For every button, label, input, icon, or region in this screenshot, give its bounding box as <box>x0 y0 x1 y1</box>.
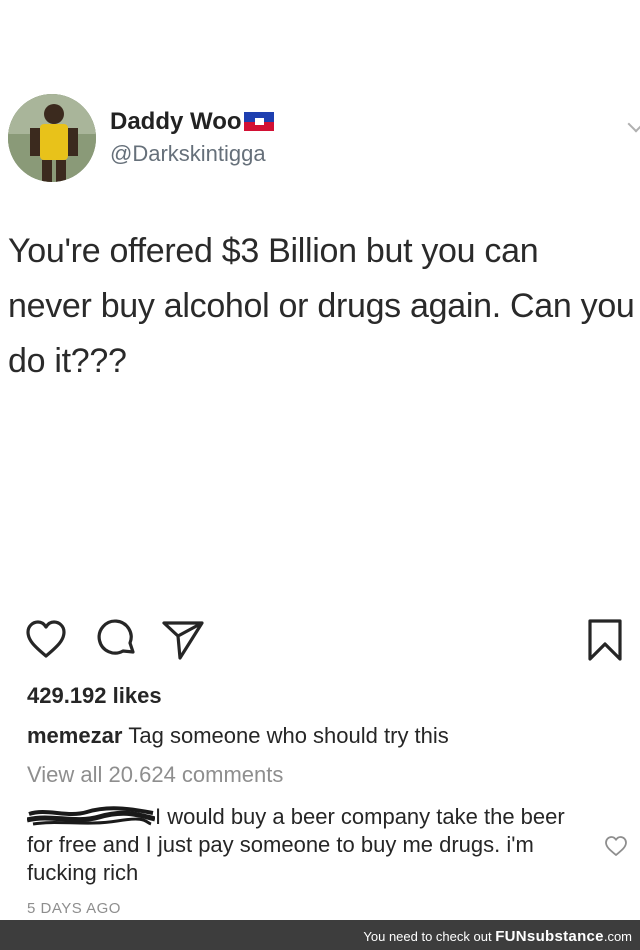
footer-brand: FUNsubstance <box>495 928 604 945</box>
view-all-comments-link[interactable]: View all 20.624 comments <box>27 762 283 788</box>
small-heart-icon[interactable] <box>604 835 628 857</box>
caption: memezar Tag someone who should try this <box>27 723 449 749</box>
footer-suffix: .com <box>603 929 632 944</box>
haiti-flag-icon <box>243 112 274 131</box>
share-icon[interactable] <box>160 618 206 662</box>
redacted-username-scribble <box>27 806 155 826</box>
tweet-text: You're offered $3 Billion but you can ne… <box>8 232 635 380</box>
comment: I would buy a beer company take the beer… <box>27 803 587 887</box>
avatar[interactable] <box>8 94 96 182</box>
footer-text: You need to check out FUNsubstance.com <box>363 928 632 945</box>
tweet-screenshot: Daddy Woo @Darkskintigga You're offered … <box>0 0 640 610</box>
chevron-down-icon[interactable] <box>627 115 640 133</box>
timestamp: 5 DAYS AGO <box>27 900 121 917</box>
comment-icon[interactable] <box>95 618 139 662</box>
heart-icon[interactable] <box>24 618 68 662</box>
user-handle[interactable]: @Darkskintigga <box>110 141 266 167</box>
watermark-footer: You need to check out FUNsubstance.com <box>0 920 640 950</box>
display-name[interactable]: Daddy Woo <box>110 108 274 136</box>
action-bar <box>0 618 640 666</box>
likes-count[interactable]: 429.192 likes <box>27 683 162 709</box>
display-name-text: Daddy Woo <box>110 108 242 135</box>
bookmark-icon[interactable] <box>585 618 625 662</box>
footer-prefix: You need to check out <box>363 929 492 944</box>
caption-text: Tag someone who should try this <box>128 723 449 748</box>
caption-username[interactable]: memezar <box>27 723 122 748</box>
